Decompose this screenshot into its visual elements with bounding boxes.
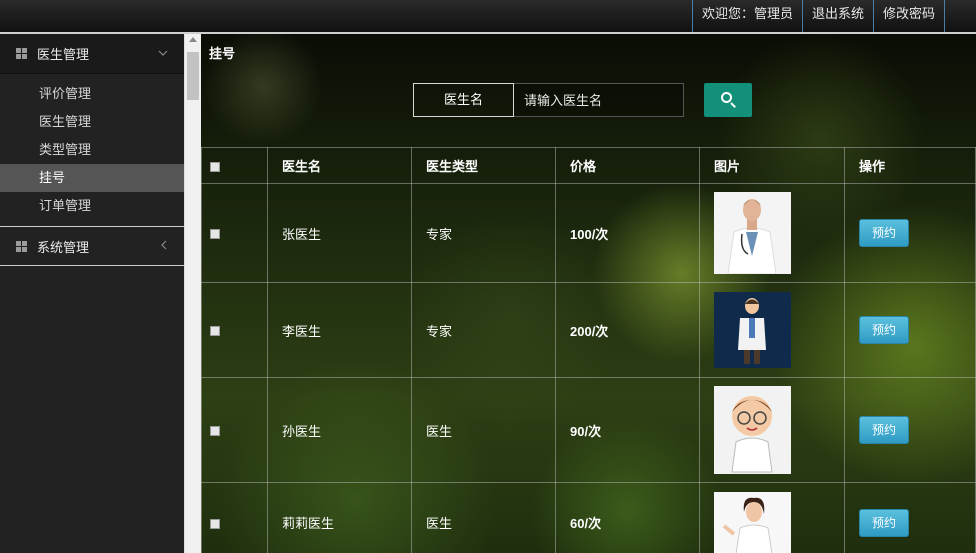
select-all-checkbox[interactable] (210, 161, 220, 172)
book-button[interactable]: 预约 (859, 416, 909, 444)
col-header-type: 医生类型 (411, 147, 556, 184)
menu-group-doctor[interactable]: 医生管理 (0, 34, 184, 74)
table-row: 孙医生 医生 90/次 预约 (201, 377, 976, 483)
chevron-down-icon (158, 46, 168, 60)
top-bar: 欢迎您：管理员 退出系统 修改密码 (0, 0, 976, 34)
book-button[interactable]: 预约 (859, 316, 909, 344)
row-checkbox[interactable] (210, 326, 220, 337)
doctor-photo (714, 292, 791, 368)
menu-group-label: 医生管理 (37, 47, 90, 62)
menu-group-system[interactable]: 系统管理 (0, 226, 184, 266)
submenu: 评价管理 医生管理 类型管理 挂号 订单管理 (0, 74, 184, 226)
row-checkbox[interactable] (210, 518, 220, 529)
doctor-price: 90/次 (555, 377, 700, 483)
grid-icon (16, 48, 27, 59)
doctor-price: 60/次 (555, 482, 700, 553)
logout-link[interactable]: 退出系统 (801, 0, 873, 32)
sidebar-item-types[interactable]: 类型管理 (0, 136, 184, 164)
row-checkbox[interactable] (210, 426, 220, 437)
doctor-photo (714, 386, 791, 474)
change-password-link[interactable]: 修改密码 (872, 0, 945, 32)
sidebar-item-registration[interactable]: 挂号 (0, 164, 184, 192)
doctor-type: 专家 (411, 183, 556, 283)
doctor-table: 医生名 医生类型 价格 图片 操作 张医生 专家 100/次 预约 李医生 专家… (201, 147, 976, 553)
search-input[interactable] (514, 83, 684, 117)
grid-icon (16, 240, 27, 252)
chevron-left-icon (160, 239, 168, 253)
top-nav: 欢迎您：管理员 退出系统 修改密码 (691, 0, 945, 32)
scroll-thumb[interactable] (187, 52, 199, 100)
search-button[interactable] (704, 83, 752, 117)
main-content: 挂号 医生名 医生名 医生类型 价格 图片 操作 张医生 专家 100/次 (201, 34, 976, 553)
doctor-name: 李医生 (267, 282, 412, 378)
book-button[interactable]: 预约 (859, 219, 909, 247)
doctor-type: 医生 (411, 482, 556, 553)
doctor-price: 100/次 (555, 183, 700, 283)
col-header-image: 图片 (699, 147, 845, 184)
scroll-up-arrow-icon[interactable] (189, 37, 197, 42)
table-row: 李医生 专家 200/次 预约 (201, 282, 976, 378)
sidebar-item-reviews[interactable]: 评价管理 (0, 80, 184, 108)
menu-group-label: 系统管理 (37, 239, 90, 255)
search-bar: 医生名 (413, 83, 684, 117)
doctor-type: 医生 (411, 377, 556, 483)
page-title: 挂号 (209, 46, 236, 61)
col-header-action: 操作 (844, 147, 976, 184)
table-row: 莉莉医生 医生 60/次 预约 (201, 482, 976, 553)
doctor-type: 专家 (411, 282, 556, 378)
col-header-name: 医生名 (267, 147, 412, 184)
doctor-photo (714, 491, 791, 553)
doctor-name: 孙医生 (267, 377, 412, 483)
col-header-price: 价格 (555, 147, 700, 184)
table-row: 张医生 专家 100/次 预约 (201, 183, 976, 283)
book-button[interactable]: 预约 (859, 508, 909, 537)
sidebar-item-orders[interactable]: 订单管理 (0, 192, 184, 220)
sidebar-scrollbar[interactable] (184, 34, 201, 553)
table-header-row: 医生名 医生类型 价格 图片 操作 (201, 147, 976, 184)
sidebar: 医生管理 评价管理 医生管理 类型管理 挂号 订单管理 系统管理 (0, 34, 184, 553)
doctor-name: 莉莉医生 (267, 482, 412, 553)
search-icon (721, 92, 732, 103)
sidebar-item-doctors[interactable]: 医生管理 (0, 108, 184, 136)
search-label: 医生名 (413, 83, 514, 117)
row-checkbox[interactable] (210, 229, 220, 240)
welcome-text: 欢迎您：管理员 (691, 0, 802, 32)
doctor-photo (714, 192, 791, 274)
doctor-name: 张医生 (267, 183, 412, 283)
doctor-price: 200/次 (555, 282, 700, 378)
